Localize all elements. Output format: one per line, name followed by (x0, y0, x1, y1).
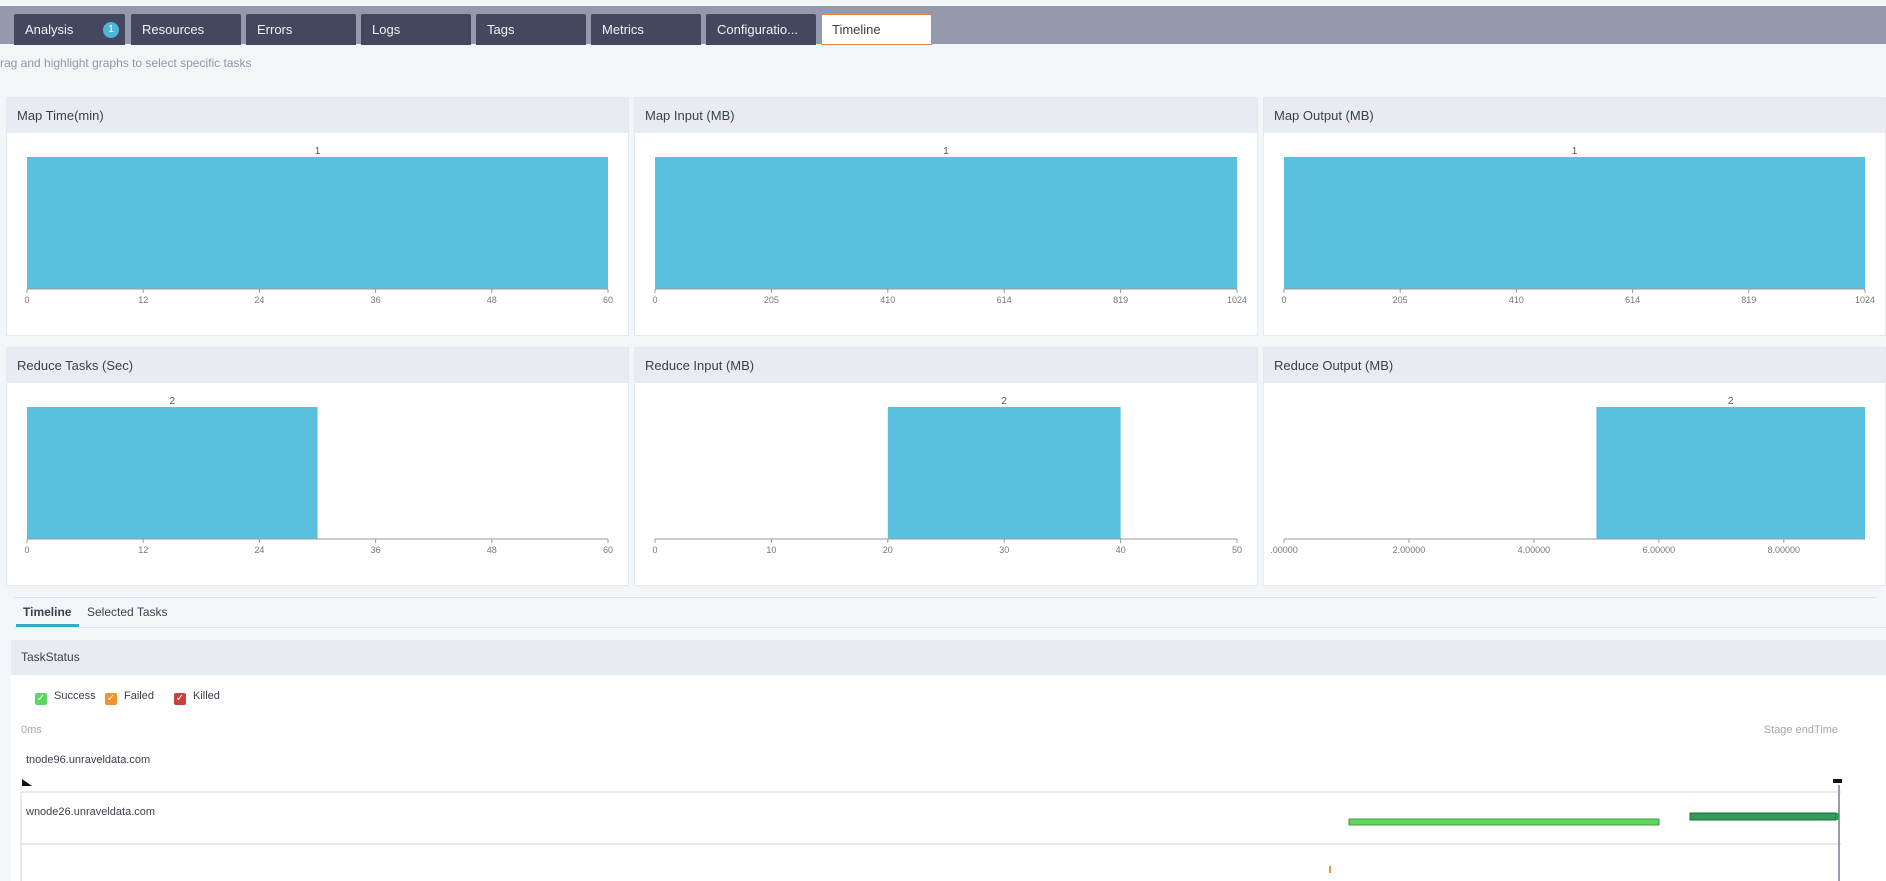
task-timeline-svg[interactable] (11, 680, 1886, 881)
timeline-end-marker-icon (1833, 779, 1842, 783)
tab-label: Metrics (602, 22, 644, 37)
x-tick-label: 24 (254, 295, 264, 305)
x-tick-label: 0 (24, 545, 29, 555)
bar-count-label: 1 (943, 146, 949, 157)
x-tick-label: 24 (254, 545, 264, 555)
histogram-bar[interactable] (655, 157, 1237, 289)
task-status-panel: TaskStatus ✓ Success ✓ Failed ✓ Killed 0ms … (11, 640, 1886, 881)
chart-panel-map-output: Map Output (MB) 1 0 205 410 614 819 1024 (1263, 97, 1886, 336)
histogram-bar[interactable] (1596, 407, 1865, 539)
hint-text: rag and highlight graphs to select speci… (0, 56, 252, 70)
analysis-count-badge: 1 (103, 22, 119, 38)
chart-panel-reduce-tasks: Reduce Tasks (Sec) 2 0 12 24 36 48 60 (6, 347, 629, 586)
chart-panel-map-time: Map Time(min) 1 0 12 24 36 48 60 (6, 97, 629, 336)
subtab-timeline[interactable]: Timeline (16, 600, 79, 627)
x-tick-label: 205 (1393, 295, 1408, 305)
x-tick-label: 0 (652, 545, 657, 555)
tab-label: Resources (142, 22, 205, 37)
x-tick-label: 40 (1116, 545, 1126, 555)
tab-resources[interactable]: Resources (131, 14, 241, 45)
x-tick-label: 614 (997, 295, 1012, 305)
x-tick-label: 60 (603, 545, 613, 555)
task-status-title: TaskStatus (11, 640, 1886, 675)
histogram-bar[interactable] (887, 407, 1121, 539)
x-tick-label: 20 (883, 545, 893, 555)
bar-count-label: 1 (1572, 146, 1578, 157)
bar-count-label: 1 (315, 146, 321, 157)
chart-title: Map Input (MB) (635, 98, 1257, 133)
chart-title: Map Time(min) (7, 98, 628, 133)
reduce-output-histogram[interactable]: 2.00000 2.00000 4.00000 6.00000 8.00000 (1264, 383, 1885, 585)
tab-label: Analysis (25, 22, 74, 37)
subtab-underline (14, 627, 1886, 628)
bar-count-label: 2 (169, 396, 175, 407)
task-bar-success[interactable] (1836, 813, 1839, 820)
tab-metrics[interactable]: Metrics (591, 14, 701, 45)
x-tick-label: 10 (766, 545, 776, 555)
x-tick-label: 410 (1509, 295, 1524, 305)
x-tick-label: 6.00000 (1643, 545, 1676, 555)
x-tick-label: 30 (999, 545, 1009, 555)
x-tick-label: 410 (880, 295, 895, 305)
x-tick-label: 819 (1741, 295, 1756, 305)
chart-title: Reduce Input (MB) (635, 348, 1257, 383)
x-tick-label: 2.00000 (1393, 545, 1426, 555)
x-tick-label: 0 (24, 295, 29, 305)
node-label: wnode26.unraveldata.com (26, 806, 156, 818)
subtab-selected-tasks[interactable]: Selected Tasks (87, 600, 168, 624)
chart-panel-reduce-output: Reduce Output (MB) 2.00000 2.00000 4.00000… (1263, 347, 1886, 586)
x-tick-label: 48 (487, 295, 497, 305)
task-bar-success[interactable] (1689, 812, 1837, 821)
tab-tags[interactable]: Tags (476, 14, 586, 45)
x-tick-label: 48 (487, 545, 497, 555)
x-tick-label: 1024 (1855, 295, 1875, 305)
reduce-input-histogram[interactable]: 20 10 20 30 40 50 (635, 383, 1257, 585)
x-tick-label: 8.00000 (1768, 545, 1801, 555)
tab-configuration[interactable]: Configuratio... (706, 14, 816, 45)
histogram-bar[interactable] (27, 157, 608, 289)
tab-analysis[interactable]: Analysis 1 (14, 14, 125, 45)
map-input-histogram[interactable]: 1 0 205 410 614 819 1024 (635, 133, 1257, 335)
x-tick-label: 4.00000 (1518, 545, 1551, 555)
tab-logs[interactable]: Logs (361, 14, 471, 45)
tab-label: Timeline (832, 22, 881, 37)
node-label: tnode96.unraveldata.com (26, 754, 151, 766)
tab-label: Errors (257, 22, 293, 37)
task-bar-success[interactable] (1348, 818, 1660, 826)
tab-label: Logs (372, 22, 401, 37)
x-tick-label: 36 (371, 545, 381, 555)
chart-title: Map Output (MB) (1264, 98, 1885, 133)
task-bar-failed[interactable] (1329, 866, 1331, 873)
x-tick-label: .00000 (1270, 545, 1298, 555)
x-tick-label: 12 (138, 295, 148, 305)
x-tick-label: 60 (603, 295, 613, 305)
chart-panel-map-input: Map Input (MB) 1 0 205 410 614 819 1024 (634, 97, 1258, 336)
chart-panel-reduce-input: Reduce Input (MB) 2 0 10 20 30 40 50 (634, 347, 1258, 586)
tab-bar: Analysis 1 Resources Errors Logs Tags Me… (0, 6, 1886, 45)
x-tick-label: 205 (764, 295, 779, 305)
x-tick-label: 0 (652, 295, 657, 305)
tab-errors[interactable]: Errors (246, 14, 356, 45)
x-tick-label: 819 (1113, 295, 1128, 305)
x-tick-label: 614 (1625, 295, 1640, 305)
timeline-start-marker-icon (22, 779, 32, 786)
x-tick-label: 50 (1232, 545, 1242, 555)
bar-count-label: 2 (1001, 396, 1007, 407)
bar-count-label: 2 (1728, 396, 1734, 407)
x-tick-label: 12 (138, 545, 148, 555)
tab-label: Configuratio... (717, 22, 798, 37)
chart-title: Reduce Tasks (Sec) (7, 348, 628, 383)
x-tick-label: 36 (371, 295, 381, 305)
histogram-bar[interactable] (27, 407, 318, 539)
reduce-tasks-histogram[interactable]: 2 0 12 24 36 48 60 (7, 383, 628, 585)
map-time-histogram[interactable]: 1 0 12 24 36 48 60 (7, 133, 628, 335)
chart-title: Reduce Output (MB) (1264, 348, 1885, 383)
tab-label: Tags (487, 22, 515, 37)
tab-timeline[interactable]: Timeline (821, 14, 932, 45)
x-tick-label: 0 (1281, 295, 1286, 305)
histogram-bar[interactable] (1284, 157, 1865, 289)
section-divider (14, 597, 1876, 598)
x-tick-label: 1024 (1227, 295, 1247, 305)
map-output-histogram[interactable]: 1 0 205 410 614 819 1024 (1264, 133, 1885, 335)
